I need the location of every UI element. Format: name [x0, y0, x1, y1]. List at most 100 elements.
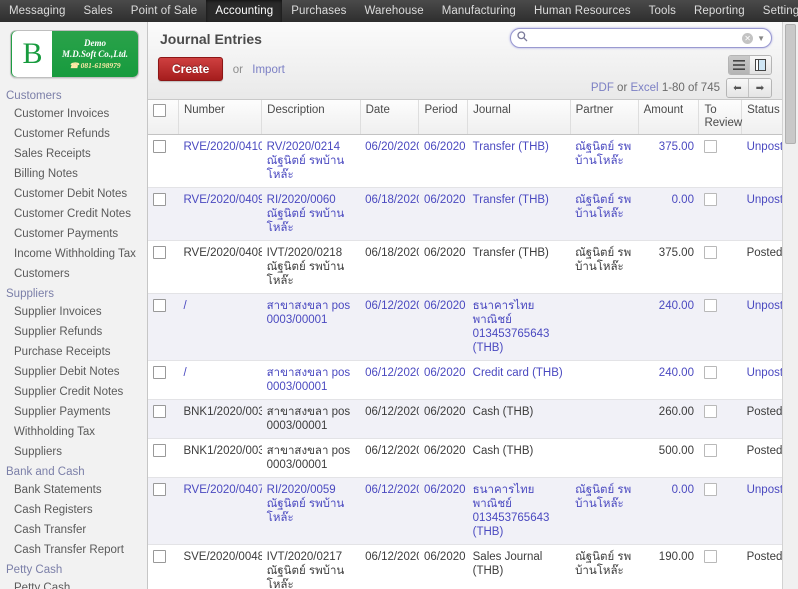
menu-item-point-of-sale[interactable]: Point of Sale — [122, 0, 207, 22]
to-review-checkbox[interactable] — [703, 405, 717, 418]
sidebar-item-supplier-refunds[interactable]: Supplier Refunds — [0, 322, 147, 342]
column-header-period[interactable]: Period — [418, 100, 469, 135]
sidebar-item-customer-credit-notes[interactable]: Customer Credit Notes — [0, 204, 147, 224]
cell-to-review — [698, 187, 742, 241]
menu-item-tools[interactable]: Tools — [640, 0, 685, 22]
sidebar-item-customers[interactable]: Customers — [0, 264, 147, 284]
select-all-checkbox[interactable] — [153, 104, 166, 117]
clear-icon[interactable]: ✕ — [742, 32, 754, 44]
to-review-checkbox[interactable] — [703, 193, 717, 206]
form-view-button[interactable] — [750, 56, 771, 74]
table-row[interactable]: BNK1/2020/0038/1สาขาสงขลา pos 0003/00001… — [148, 438, 798, 478]
menu-item-purchases[interactable]: Purchases — [282, 0, 355, 22]
vertical-scrollbar[interactable] — [782, 22, 798, 589]
sidebar-item-customer-debit-notes[interactable]: Customer Debit Notes — [0, 184, 147, 204]
menu-item-accounting[interactable]: Accounting — [206, 0, 283, 22]
menu-item-human-resources[interactable]: Human Resources — [525, 0, 640, 22]
logo-mark-icon: B — [12, 31, 52, 77]
sidebar-item-income-withholding-tax[interactable]: Income Withholding Tax — [0, 244, 147, 264]
sidebar-item-supplier-debit-notes[interactable]: Supplier Debit Notes — [0, 362, 147, 382]
menu-item-warehouse[interactable]: Warehouse — [355, 0, 432, 22]
row-checkbox[interactable] — [153, 193, 166, 206]
next-page-button[interactable]: ➡ — [749, 79, 771, 97]
menu-item-settings[interactable]: Settings — [754, 0, 798, 22]
cell-journal: ธนาคารไทยพาณิชย์ 013453765643 (THB) — [467, 293, 571, 361]
pdf-link[interactable]: PDF — [591, 82, 614, 94]
row-checkbox[interactable] — [153, 140, 166, 153]
table-row[interactable]: / สาขาสงขลา pos 0003/00001 06/12/2020 06/20… — [148, 293, 798, 361]
row-checkbox[interactable] — [153, 405, 166, 418]
row-select-cell — [148, 360, 179, 400]
excel-link[interactable]: Excel — [630, 82, 658, 94]
cell-to-review — [698, 360, 742, 400]
sidebar-item-cash-transfer-report[interactable]: Cash Transfer Report — [0, 540, 147, 560]
table-row[interactable]: RVE/2020/0407 RI/2020/0059 ณัฐนิตย์ รพบ้า… — [148, 477, 798, 545]
sidebar-item-billing-notes[interactable]: Billing Notes — [0, 164, 147, 184]
column-header-partner[interactable]: Partner — [570, 100, 639, 135]
menu-item-reporting[interactable]: Reporting — [685, 0, 754, 22]
table-row[interactable]: RVE/2020/0410 RV/2020/0214 ณัฐนิตย์ รพบ้า… — [148, 134, 798, 188]
column-header-to-review[interactable]: To Review — [698, 100, 742, 135]
to-review-checkbox[interactable] — [703, 299, 717, 312]
sidebar-item-cash-registers[interactable]: Cash Registers — [0, 500, 147, 520]
sidebar-item-supplier-credit-notes[interactable]: Supplier Credit Notes — [0, 382, 147, 402]
column-header-journal[interactable]: Journal — [467, 100, 571, 135]
sidebar-item-customer-refunds[interactable]: Customer Refunds — [0, 124, 147, 144]
list-view-button[interactable] — [729, 56, 750, 74]
menu-item-messaging[interactable]: Messaging — [0, 0, 75, 22]
sidebar-item-supplier-invoices[interactable]: Supplier Invoices — [0, 302, 147, 322]
page-header: Journal Entries Create or Import ✕ ▼ PDF… — [148, 22, 798, 100]
table-row[interactable]: / สาขาสงขลา pos 0003/00001 06/12/2020 06/20… — [148, 360, 798, 400]
column-header-amount[interactable]: Amount — [638, 100, 700, 135]
cell-date: 06/12/2020 — [360, 293, 419, 361]
select-all-cell — [148, 100, 179, 135]
chevron-down-icon[interactable]: ▼ — [757, 34, 765, 43]
sidebar-item-supplier-payments[interactable]: Supplier Payments — [0, 402, 147, 422]
row-checkbox[interactable] — [153, 366, 166, 379]
column-header-number[interactable]: Number — [178, 100, 263, 135]
search-input[interactable] — [528, 31, 743, 45]
row-checkbox[interactable] — [153, 444, 166, 457]
previous-page-button[interactable]: ⬅ — [727, 79, 749, 97]
row-select-cell — [148, 544, 179, 589]
cell-description: IVT/2020/0217 ณัฐนิตย์ รพบ้านโหล๊ะ — [261, 544, 361, 589]
sidebar-item-customer-payments[interactable]: Customer Payments — [0, 224, 147, 244]
table-row[interactable]: SVE/2020/0048 IVT/2020/0217 ณัฐนิตย์ รพบ้… — [148, 544, 798, 589]
to-review-checkbox[interactable] — [703, 140, 717, 153]
sidebar-item-customer-invoices[interactable]: Customer Invoices — [0, 104, 147, 124]
menu-item-sales[interactable]: Sales — [75, 0, 122, 22]
row-checkbox[interactable] — [153, 483, 166, 496]
to-review-checkbox[interactable] — [703, 366, 717, 379]
cell-date: 06/20/2020 — [360, 134, 419, 188]
sidebar-item-withholding-tax[interactable]: Withholding Tax — [0, 422, 147, 442]
sidebar-item-suppliers[interactable]: Suppliers — [0, 442, 147, 462]
sidebar-group-petty-cash: Petty Cash — [6, 564, 63, 576]
import-link[interactable]: Import — [252, 64, 285, 76]
search-box[interactable]: ✕ ▼ — [510, 28, 772, 48]
to-review-checkbox[interactable] — [703, 246, 717, 259]
create-button[interactable]: Create — [158, 57, 224, 81]
sidebar-item-bank-statements[interactable]: Bank Statements — [0, 480, 147, 500]
table-row[interactable]: BNK1/2020/0038/2สาขาสงขลา pos 0003/00001… — [148, 399, 798, 439]
row-checkbox[interactable] — [153, 299, 166, 312]
sidebar-item-petty-cash[interactable]: Petty Cash — [0, 578, 147, 589]
to-review-checkbox[interactable] — [703, 483, 717, 496]
scrollbar-thumb[interactable] — [785, 24, 796, 144]
cell-amount: 260.00 — [638, 399, 699, 439]
table-row[interactable]: RVE/2020/0408 IVT/2020/0218 ณัฐนิตย์ รพบ้… — [148, 240, 798, 294]
row-checkbox[interactable] — [153, 246, 166, 259]
column-header-date[interactable]: Date — [360, 100, 420, 135]
cell-to-review — [698, 544, 742, 589]
cell-date: 06/12/2020 — [360, 477, 419, 545]
sidebar-item-cash-transfer[interactable]: Cash Transfer — [0, 520, 147, 540]
cell-description: สาขาสงขลา pos 0003/00001 — [261, 360, 361, 400]
row-checkbox[interactable] — [153, 550, 166, 563]
row-select-cell — [148, 477, 179, 545]
to-review-checkbox[interactable] — [703, 444, 717, 457]
column-header-description[interactable]: Description — [261, 100, 361, 135]
sidebar-item-purchase-receipts[interactable]: Purchase Receipts — [0, 342, 147, 362]
table-row[interactable]: RVE/2020/0409 RI/2020/0060 ณัฐนิตย์ รพบ้า… — [148, 187, 798, 241]
sidebar-item-sales-receipts[interactable]: Sales Receipts — [0, 144, 147, 164]
to-review-checkbox[interactable] — [703, 550, 717, 563]
menu-item-manufacturing[interactable]: Manufacturing — [433, 0, 525, 22]
